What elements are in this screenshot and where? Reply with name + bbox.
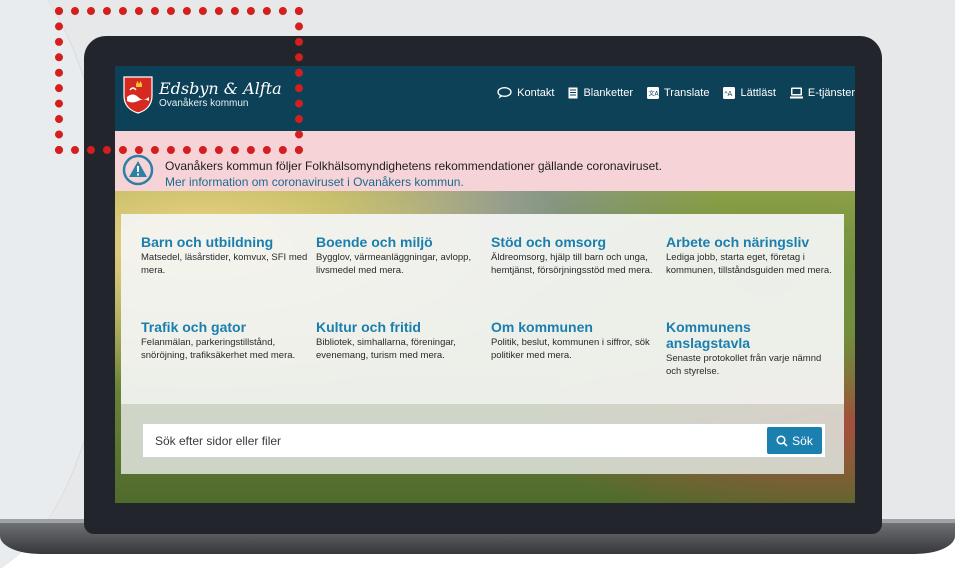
top-nav: Kontakt Blanketter 文A Translate ᴬA Lättl…	[497, 87, 855, 99]
category-kultur-och-fritid[interactable]: Kultur och fritid Bibliotek, simhallarna…	[316, 319, 486, 362]
search-section: Sök	[121, 404, 844, 474]
category-barn-och-utbildning[interactable]: Barn och utbildning Matsedel, läsårstide…	[141, 234, 311, 277]
category-title[interactable]: Trafik och gator	[141, 319, 311, 335]
category-description: Bibliotek, simhallarna, föreningar, even…	[316, 337, 456, 361]
nav-etjanster-label: E-tjänster	[807, 87, 855, 99]
nav-lattlast-label: Lättläst	[740, 87, 776, 99]
category-arbete-och-naringsliv[interactable]: Arbete och näringsliv Lediga jobb, start…	[666, 234, 836, 277]
nav-kontakt[interactable]: Kontakt	[497, 87, 554, 99]
svg-text:ᴬA: ᴬA	[725, 90, 733, 98]
category-description: Politik, beslut, kommunen i siffror, sök…	[491, 337, 650, 361]
nav-translate[interactable]: 文A Translate	[647, 87, 709, 99]
warning-icon	[122, 154, 154, 186]
nav-lattlast[interactable]: ᴬA Lättläst	[723, 87, 776, 99]
nav-translate-label: Translate	[664, 87, 710, 99]
category-description: Lediga jobb, starta eget, företag i komm…	[666, 252, 832, 276]
search-button[interactable]: Sök	[767, 427, 822, 454]
search-icon	[776, 434, 788, 447]
search-input[interactable]	[143, 424, 787, 457]
nav-etjanster[interactable]: E-tjänster	[789, 87, 855, 99]
category-title[interactable]: Arbete och näringsliv	[666, 234, 836, 250]
computer-icon	[789, 87, 803, 99]
category-om-kommunen[interactable]: Om kommunen Politik, beslut, kommunen i …	[491, 319, 661, 362]
alert-message: Ovanåkers kommun följer Folkhälsomyndigh…	[165, 159, 662, 173]
category-title[interactable]: Boende och miljö	[316, 234, 486, 250]
category-anslagstavla[interactable]: Kommunens anslagstavla Senaste protokoll…	[666, 319, 831, 378]
category-boende-och-miljo[interactable]: Boende och miljö Bygglov, värmeanläggnin…	[316, 234, 486, 277]
easy-read-icon: ᴬA	[723, 87, 736, 99]
category-panel: Barn och utbildning Matsedel, läsårstide…	[121, 214, 844, 404]
category-title[interactable]: Stöd och omsorg	[491, 234, 661, 250]
svg-text:文A: 文A	[649, 90, 660, 98]
nav-blanketter-label: Blanketter	[583, 87, 633, 99]
search-box: Sök	[142, 423, 826, 458]
category-title[interactable]: Kultur och fritid	[316, 319, 486, 335]
category-description: Felanmälan, parkeringstillstånd, snöröjn…	[141, 337, 296, 361]
category-description: Senaste protokollet från varje nämnd och…	[666, 353, 822, 377]
nav-kontakt-label: Kontakt	[517, 87, 555, 99]
hero-image: Barn och utbildning Matsedel, läsårstide…	[115, 191, 855, 503]
alert-link[interactable]: Mer information om coronaviruset i Ovanå…	[165, 174, 662, 190]
nav-blanketter[interactable]: Blanketter	[568, 87, 633, 99]
category-title[interactable]: Kommunens anslagstavla	[666, 319, 831, 351]
translate-icon: 文A	[647, 87, 659, 99]
category-description: Bygglov, värmeanläggningar, avlopp, livs…	[316, 252, 472, 276]
category-description: Äldreomsorg, hjälp till barn och unga, h…	[491, 252, 653, 276]
category-trafik-och-gator[interactable]: Trafik och gator Felanmälan, parkeringst…	[141, 319, 311, 362]
category-stod-och-omsorg[interactable]: Stöd och omsorg Äldreomsorg, hjälp till …	[491, 234, 661, 277]
document-icon	[568, 87, 578, 99]
category-description: Matsedel, läsårstider, komvux, SFI med m…	[141, 252, 308, 276]
category-title[interactable]: Om kommunen	[491, 319, 661, 335]
category-title[interactable]: Barn och utbildning	[141, 234, 311, 250]
logo-highlight-box	[55, 7, 303, 154]
search-button-label: Sök	[792, 433, 813, 448]
chat-icon	[497, 87, 512, 99]
